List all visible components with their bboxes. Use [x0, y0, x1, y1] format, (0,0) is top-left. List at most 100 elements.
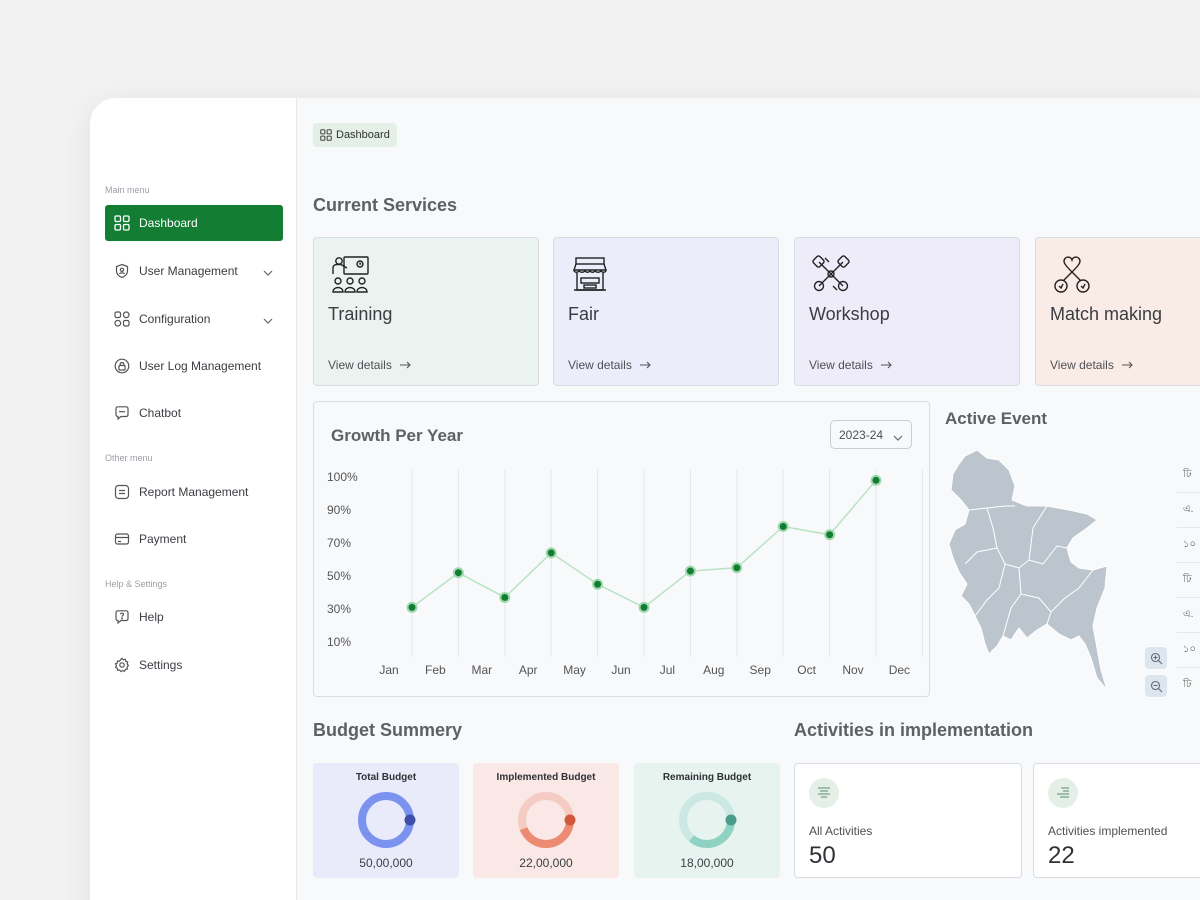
budget-label: Remaining Budget	[662, 772, 752, 783]
donut-knob	[564, 814, 576, 826]
view-details-link[interactable]: View details	[809, 358, 892, 372]
list-item[interactable]: ঢি	[1177, 458, 1200, 493]
x-tick-label: Nov	[842, 663, 863, 677]
breadcrumb[interactable]: Dashboard	[313, 123, 397, 147]
activity-label: All Activities	[809, 824, 873, 838]
activities-title: Activities in implementation	[794, 720, 1034, 740]
service-card-match-making[interactable]: Match making View details	[1035, 237, 1200, 386]
x-tick-label: Dec	[889, 663, 910, 677]
data-point[interactable]	[870, 474, 882, 486]
sidebar-item-settings[interactable]: Settings	[105, 647, 283, 683]
services-title: Current Services	[313, 195, 458, 215]
view-details-link[interactable]: View details	[1050, 358, 1133, 372]
budget-donut	[518, 792, 576, 848]
x-tick-label: Oct	[797, 663, 816, 677]
activity-card-all[interactable]: All Activities 50	[794, 763, 1022, 878]
sidebar-item-label: Payment	[139, 532, 187, 546]
service-name: Workshop	[809, 304, 890, 324]
sidebar-item-help[interactable]: Help	[105, 599, 283, 635]
sidebar-item-payment[interactable]: Payment	[105, 521, 283, 557]
zoom-out-button[interactable]	[1145, 675, 1167, 697]
sidebar-item-chatbot[interactable]: Chatbot	[105, 395, 283, 431]
list-item[interactable]: এ.	[1177, 493, 1200, 528]
zoom-in-button[interactable]	[1145, 647, 1167, 669]
main-menu-heading: Main menu	[105, 185, 150, 195]
list-item[interactable]: ১০	[1177, 633, 1200, 668]
x-tick-label: Apr	[519, 663, 538, 677]
data-point[interactable]	[406, 601, 418, 613]
grid-icon	[320, 129, 332, 141]
x-tick-label: Sep	[750, 663, 772, 677]
data-point[interactable]	[731, 562, 743, 574]
service-card-training[interactable]: Training View details	[313, 237, 539, 386]
activity-card-implemented[interactable]: Activities implemented 22	[1033, 763, 1200, 878]
sidebar-item-label: Configuration	[139, 312, 211, 326]
budget-value: 50,00,000	[359, 856, 413, 870]
y-tick-label: 70%	[327, 536, 351, 550]
sidebar-item-label: User Log Management	[139, 359, 262, 373]
sidebar-item-label: Chatbot	[139, 406, 182, 420]
budget-value: 22,00,000	[519, 856, 573, 870]
data-point[interactable]	[638, 601, 650, 613]
data-point[interactable]	[545, 547, 557, 559]
training-icon	[330, 254, 370, 294]
align-center-icon	[809, 778, 839, 808]
chevron-down-icon	[263, 313, 273, 327]
bangladesh-map[interactable]	[947, 448, 1122, 703]
year-select[interactable]: 2023-24	[830, 420, 912, 449]
sidebar-item-configuration[interactable]: Configuration	[105, 301, 283, 337]
view-details-link[interactable]: View details	[328, 358, 411, 372]
help-icon	[113, 608, 131, 626]
sidebar-item-dashboard[interactable]: Dashboard	[105, 205, 283, 241]
list-item[interactable]: ১০	[1177, 528, 1200, 563]
service-card-fair[interactable]: Fair View details	[553, 237, 779, 386]
data-point[interactable]	[824, 529, 836, 541]
service-name: Match making	[1050, 304, 1163, 324]
sidebar-item-report-management[interactable]: Report Management	[105, 474, 283, 510]
main-content: Dashboard Current Services Training View…	[297, 98, 1200, 900]
view-details-label: View details	[809, 358, 873, 372]
sidebar-item-user-management[interactable]: User Management	[105, 253, 283, 289]
card-icon	[113, 530, 131, 548]
budget-label: Implemented Budget	[496, 772, 596, 783]
donut-arc	[358, 792, 414, 848]
help-settings-heading: Help & Settings	[105, 579, 168, 589]
x-tick-label: Feb	[425, 663, 446, 677]
chat-icon	[113, 404, 131, 422]
donut-knob	[725, 814, 737, 826]
shield-user-icon	[113, 262, 131, 280]
sidebar-item-label: Report Management	[139, 485, 249, 499]
event-list: ঢি এ. ১০ ঢি এ. ১০ ঢি	[1177, 458, 1200, 703]
data-point[interactable]	[777, 521, 789, 532]
x-tick-label: May	[563, 663, 586, 677]
view-details-label: View details	[328, 358, 392, 372]
budget-value: 18,00,000	[680, 856, 734, 870]
service-card-workshop[interactable]: Workshop View details	[794, 237, 1020, 386]
list-item[interactable]: ঢি	[1177, 668, 1200, 703]
activity-label: Activities implemented	[1048, 824, 1168, 838]
data-point[interactable]	[452, 567, 464, 579]
growth-chart-card: Jan Feb Mar Apr May Jun Jul Aug Sep Oct Nov Dec 100%…	[313, 401, 930, 697]
sidebar: Main menu Dashboard User Management Conf…	[90, 98, 297, 900]
donut-knob	[404, 814, 416, 826]
view-details-label: View details	[1050, 358, 1114, 372]
arrow-right-icon	[399, 358, 411, 372]
data-point[interactable]	[592, 578, 604, 590]
x-tick-label: Mar	[471, 663, 492, 677]
data-point[interactable]	[499, 591, 511, 603]
x-tick-label: Jun	[611, 663, 630, 677]
list-item[interactable]: এ.	[1177, 598, 1200, 633]
y-tick-label: 90%	[327, 503, 351, 517]
budget-label: Total Budget	[355, 772, 417, 783]
chevron-down-icon	[893, 430, 903, 444]
growth-title: Growth Per Year	[331, 426, 463, 445]
arrow-right-icon	[639, 358, 651, 372]
zoom-out-icon	[1150, 680, 1162, 692]
sidebar-item-user-log-management[interactable]: User Log Management	[105, 348, 283, 384]
view-details-link[interactable]: View details	[568, 358, 651, 372]
list-item[interactable]: ঢি	[1177, 563, 1200, 598]
x-tick-label: Jul	[660, 663, 675, 677]
service-name: Training	[328, 304, 393, 324]
data-point[interactable]	[684, 565, 696, 577]
activity-count: 50	[809, 842, 836, 869]
